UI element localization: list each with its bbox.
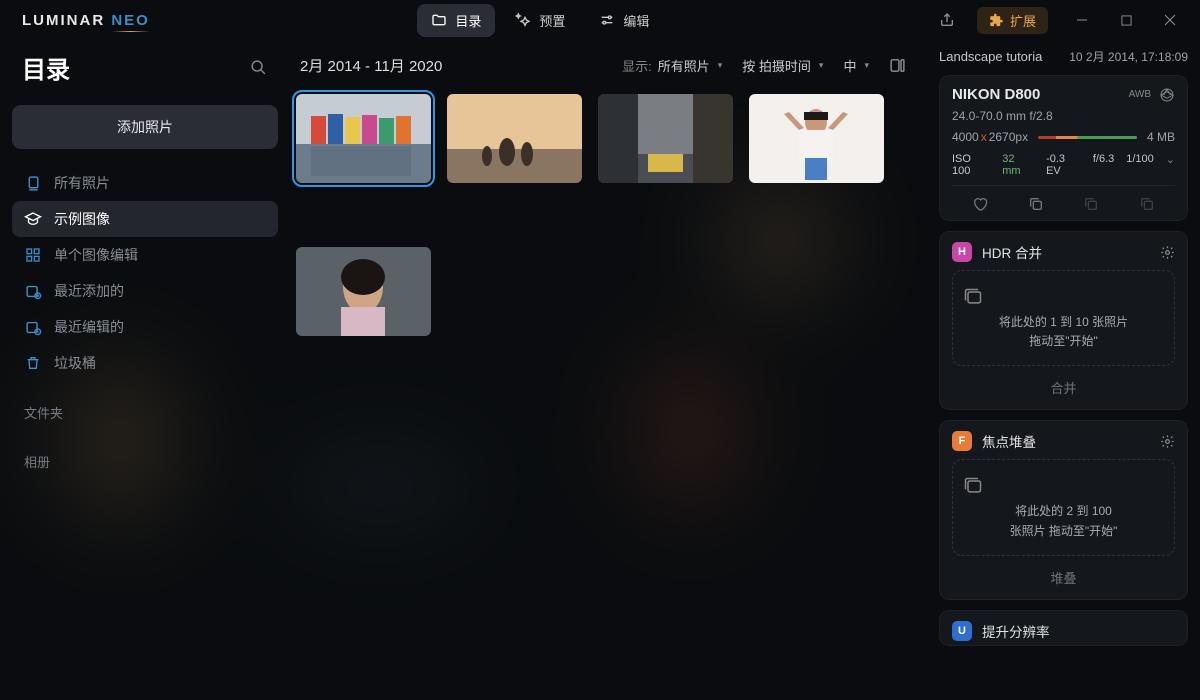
favorite-button[interactable]: [972, 196, 988, 212]
chevron-down-icon[interactable]: ⌄: [1166, 153, 1175, 177]
nav-single-edit[interactable]: 单个图像编辑: [12, 237, 278, 273]
thumbnail-4[interactable]: [749, 94, 884, 183]
tab-presets-label: 预置: [539, 11, 565, 30]
tab-presets[interactable]: 预置: [501, 4, 579, 37]
chevron-down-icon: ▾: [718, 60, 723, 71]
thumbnail-1[interactable]: [296, 94, 431, 183]
extensions-button[interactable]: 扩展: [977, 7, 1048, 34]
file-name: Landscape tutoria: [939, 49, 1069, 64]
photo-stack-icon: [24, 174, 42, 192]
recent-add-icon: [24, 282, 42, 300]
page-title: 目录: [22, 50, 70, 85]
gear-icon[interactable]: [1160, 245, 1175, 260]
nav-recent-edited[interactable]: 最近编辑的: [12, 309, 278, 345]
camera-model: NIKON D800: [952, 86, 1129, 103]
sparkle-icon: [515, 12, 531, 28]
focus-stack-button[interactable]: 堆叠: [952, 556, 1175, 599]
tab-edit[interactable]: 编辑: [585, 4, 663, 37]
hdr-module: H HDR 合并 将此处的 1 到 10 张照片 拖动至"开始" 合并: [939, 231, 1188, 410]
lens-info: 24.0-70.0 mm f/2.8: [952, 109, 1175, 123]
action-3[interactable]: [1083, 196, 1099, 212]
hdr-dropzone[interactable]: 将此处的 1 到 10 张照片 拖动至"开始": [952, 270, 1175, 366]
images-icon: [963, 476, 1164, 496]
focus-badge-icon: F: [952, 431, 972, 451]
thumbnail-3[interactable]: [598, 94, 733, 183]
folder-icon: [431, 12, 447, 28]
action-4[interactable]: [1139, 196, 1155, 212]
graduation-cap-icon: [24, 210, 42, 228]
puzzle-icon: [989, 13, 1004, 28]
hdr-merge-button[interactable]: 合并: [952, 366, 1175, 409]
date-range[interactable]: 2月 2014 - 11月 2020: [300, 55, 442, 76]
tab-edit-label: 编辑: [623, 11, 649, 30]
metadata-card: NIKON D800 AWB 24.0-70.0 mm f/2.8 4000x2…: [939, 75, 1188, 221]
chevron-down-icon: ▾: [864, 60, 869, 71]
upscale-module: U 提升分辨率: [939, 610, 1188, 646]
folders-header[interactable]: 文件夹: [12, 381, 278, 430]
gear-icon[interactable]: [1160, 434, 1175, 449]
images-icon: [963, 287, 1164, 307]
nav-recent-added[interactable]: 最近添加的: [12, 273, 278, 309]
share-button[interactable]: [931, 5, 963, 35]
hdr-badge-icon: H: [952, 242, 972, 262]
upscale-badge-icon: U: [952, 621, 972, 641]
quality-bar: [1038, 136, 1137, 139]
awb-badge: AWB: [1129, 89, 1151, 100]
file-date: 10 2月 2014, 17:18:09: [1069, 48, 1188, 65]
filter-size[interactable]: 中 ▾: [835, 54, 877, 77]
thumbnail-2[interactable]: [447, 94, 582, 183]
trash-icon: [24, 354, 42, 372]
nav-samples[interactable]: 示例图像: [12, 201, 278, 237]
nav-trash[interactable]: 垃圾桶: [12, 345, 278, 381]
nav-all-photos[interactable]: 所有照片: [12, 165, 278, 201]
window-close[interactable]: [1150, 5, 1190, 35]
thumbnail-5[interactable]: [296, 247, 431, 336]
view-toggle-button[interactable]: [881, 50, 913, 80]
grid-icon: [24, 246, 42, 264]
chevron-down-icon: ▾: [819, 60, 824, 71]
tab-catalog[interactable]: 目录: [417, 4, 495, 37]
focus-module: F 焦点堆叠 将此处的 2 到 100 张照片 拖动至"开始" 堆叠: [939, 420, 1188, 599]
add-photos-button[interactable]: 添加照片: [12, 105, 278, 149]
app-logo: LUMINAR NEO: [22, 12, 150, 29]
recent-edit-icon: [24, 318, 42, 336]
window-minimize[interactable]: [1062, 5, 1102, 35]
focus-dropzone[interactable]: 将此处的 2 到 100 张照片 拖动至"开始": [952, 459, 1175, 555]
filter-sort[interactable]: 按 拍摄时间 ▾: [734, 54, 831, 77]
copy-button[interactable]: [1028, 196, 1044, 212]
tab-catalog-label: 目录: [455, 11, 481, 30]
search-icon[interactable]: [250, 59, 268, 76]
filter-show[interactable]: 显示: 所有照片 ▾: [614, 54, 730, 77]
aperture-icon: [1159, 87, 1175, 103]
window-maximize[interactable]: [1106, 5, 1146, 35]
albums-header[interactable]: 相册: [12, 430, 278, 479]
sliders-icon: [599, 12, 615, 28]
